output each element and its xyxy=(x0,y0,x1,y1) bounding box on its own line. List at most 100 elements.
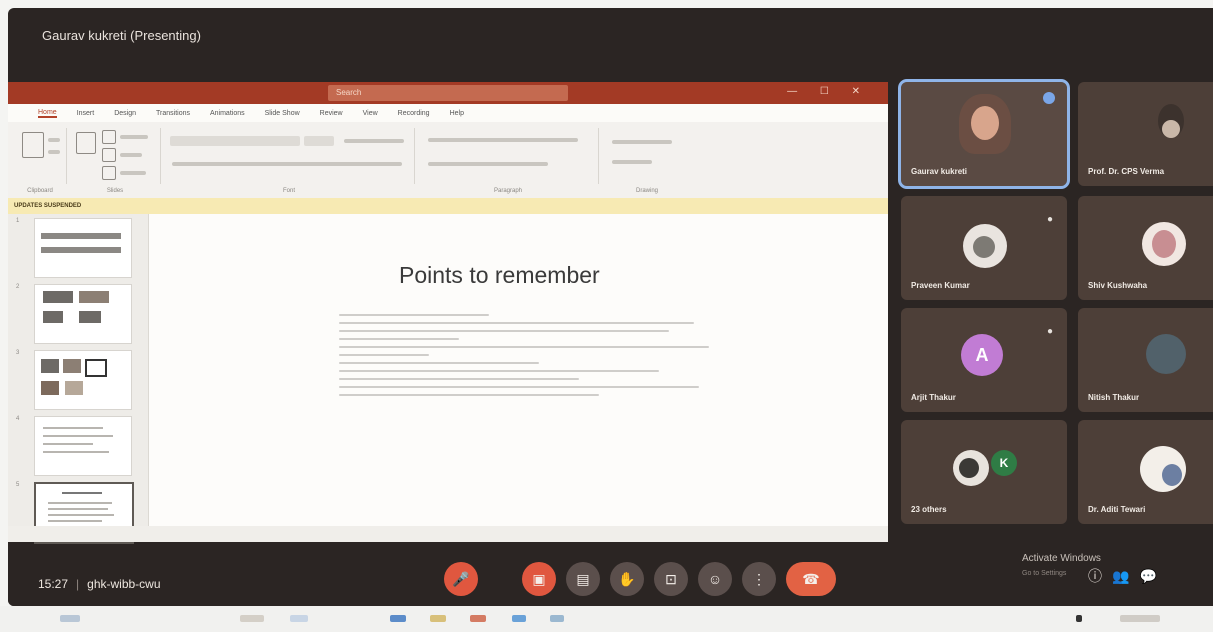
section-icon[interactable] xyxy=(102,166,116,180)
taskbar-icon[interactable] xyxy=(550,615,564,622)
slide-canvas[interactable]: Points to remember xyxy=(149,214,888,542)
ribbon-group-label: Drawing xyxy=(635,188,658,194)
speaking-indicator-icon xyxy=(1043,92,1055,104)
participant-name: Dr. Aditi Tewari xyxy=(1088,505,1146,514)
avatar-photo xyxy=(1152,230,1176,258)
ribbon-group-label: Font xyxy=(282,188,295,194)
new-slide-icon[interactable] xyxy=(76,132,96,154)
participant-tile[interactable]: Dr. Aditi Tewari xyxy=(1078,420,1213,524)
separator: | xyxy=(76,577,80,591)
notice-title: UPDATES SUSPENDED xyxy=(14,203,82,209)
slide-thumbnail[interactable] xyxy=(34,350,132,410)
ppt-search-box[interactable]: Search xyxy=(328,85,568,101)
monitor-screen: Gaurav kukreti (Presenting) Search — ☐ ✕… xyxy=(8,8,1213,606)
tab-home[interactable]: Home xyxy=(38,109,57,118)
reset-icon[interactable] xyxy=(102,148,116,162)
avatar-photo xyxy=(959,458,979,478)
chat-icon[interactable]: 💬 xyxy=(1139,568,1166,584)
participant-tile[interactable]: A ● Arjit Thakur xyxy=(901,308,1067,412)
window-controls[interactable]: — ☐ ✕ xyxy=(787,86,870,97)
slide-title: Points to remember xyxy=(399,262,600,288)
tab-slide-show[interactable]: Slide Show xyxy=(265,110,300,117)
ribbon-tabs: Home Insert Design Transitions Animation… xyxy=(8,104,888,122)
emoji-icon[interactable]: ☺ xyxy=(698,562,732,596)
tab-help[interactable]: Help xyxy=(450,110,464,117)
tab-animations[interactable]: Animations xyxy=(210,110,245,117)
participant-tile[interactable]: Nitish Thakur xyxy=(1078,308,1213,412)
ribbon-group-drawing: Drawing xyxy=(602,128,692,194)
participant-name: Praveen Kumar xyxy=(911,281,970,290)
activate-windows-sub: Go to Settings xyxy=(1022,570,1067,577)
more-icon[interactable]: ⋮ xyxy=(742,562,776,596)
slide-thumbnail[interactable] xyxy=(34,284,132,344)
ribbon-group-label: Slides xyxy=(106,188,124,194)
present-icon[interactable]: ⊡ xyxy=(654,562,688,596)
participant-tile[interactable]: Gaurav kukreti xyxy=(898,79,1070,189)
participant-tile[interactable]: ● Praveen Kumar xyxy=(901,196,1067,300)
meeting-code: ghk-wibb-cwu xyxy=(87,577,161,591)
mic-muted-icon: ● xyxy=(1047,214,1054,225)
camera-icon[interactable]: ▣ xyxy=(522,562,556,596)
meeting-info: 15:27 | ghk-wibb-cwu xyxy=(38,577,161,591)
taskbar-icon[interactable] xyxy=(290,615,308,622)
ribbon: Clipboard Slides Font Paragraph Drawing xyxy=(8,122,888,199)
face xyxy=(971,106,999,140)
tab-design[interactable]: Design xyxy=(114,110,136,117)
font-name-select[interactable] xyxy=(170,136,300,146)
avatar-photo xyxy=(973,236,995,258)
taskbar-icon[interactable] xyxy=(430,615,446,622)
font-size-select[interactable] xyxy=(304,136,334,146)
tray-icon[interactable] xyxy=(1076,615,1082,622)
slide-thumbnail[interactable] xyxy=(34,218,132,278)
participant-name: Arjit Thakur xyxy=(911,393,956,402)
taskbar-icon[interactable] xyxy=(60,615,80,622)
ribbon-group-slides: Slides xyxy=(70,128,161,194)
ribbon-group-paragraph: Paragraph xyxy=(418,128,599,194)
end-call-icon[interactable]: ☎ xyxy=(786,562,836,596)
slide-thumbnails: 1 2 3 4 5 xyxy=(8,214,149,544)
ppt-window: Home Insert Design Transitions Animation… xyxy=(8,104,888,544)
ribbon-group-label: Clipboard xyxy=(27,188,53,194)
taskbar-icon[interactable] xyxy=(390,615,406,622)
participant-name: Shiv Kushwaha xyxy=(1088,281,1148,290)
mic-icon[interactable]: 🎤 xyxy=(444,562,478,596)
participant-name: 23 others xyxy=(911,505,947,514)
tab-view[interactable]: View xyxy=(363,110,378,117)
slide-thumbnail[interactable] xyxy=(34,416,132,476)
ppt-status-bar xyxy=(8,526,888,542)
ppt-titlebar: Search — ☐ ✕ xyxy=(8,82,888,104)
paste-icon[interactable] xyxy=(22,132,44,158)
layout-icon[interactable] xyxy=(102,130,116,144)
thumb-number: 2 xyxy=(16,284,20,290)
tab-transitions[interactable]: Transitions xyxy=(156,110,190,117)
activate-windows-text: Activate Windows xyxy=(1022,553,1101,564)
participant-tile[interactable]: Prof. Dr. CPS Verma xyxy=(1078,82,1213,186)
participant-tile[interactable]: K 23 others xyxy=(901,420,1067,524)
avatar xyxy=(1146,334,1186,374)
participant-name: Gaurav kukreti xyxy=(911,167,968,176)
info-icon[interactable]: ⓘ xyxy=(1088,568,1112,584)
thumb-number: 4 xyxy=(16,416,20,422)
people-icon[interactable]: 👥 xyxy=(1112,568,1139,584)
participant-tile[interactable]: Shiv Kushwaha xyxy=(1078,196,1213,300)
tab-insert[interactable]: Insert xyxy=(77,110,95,117)
captions-icon[interactable]: ▤ xyxy=(566,562,600,596)
ribbon-group-label: Paragraph xyxy=(493,188,523,194)
thumb-number: 5 xyxy=(16,482,20,488)
meet-bottom-bar: 15:27 | ghk-wibb-cwu 🎤 ▣ ▤ ✋ ⊡ ☺ ⋮ ☎ Activ… xyxy=(8,548,1213,606)
tab-recording[interactable]: Recording xyxy=(398,110,430,117)
meeting-time: 15:27 xyxy=(38,577,69,591)
taskbar-icon[interactable] xyxy=(512,615,526,622)
participant-name: Nitish Thakur xyxy=(1088,393,1140,402)
mic-muted-icon: ● xyxy=(1047,326,1054,337)
taskbar-icon[interactable] xyxy=(470,615,486,622)
os-taskbar xyxy=(0,606,1213,632)
raise-hand-icon[interactable]: ✋ xyxy=(610,562,644,596)
clock xyxy=(1120,615,1160,622)
face xyxy=(1162,120,1180,138)
avatar-letter: K xyxy=(991,450,1017,476)
taskbar-icon[interactable] xyxy=(240,615,264,622)
avatar-photo xyxy=(1162,464,1182,486)
tab-review[interactable]: Review xyxy=(320,110,343,117)
update-notice-bar: UPDATES SUSPENDED xyxy=(8,198,888,214)
